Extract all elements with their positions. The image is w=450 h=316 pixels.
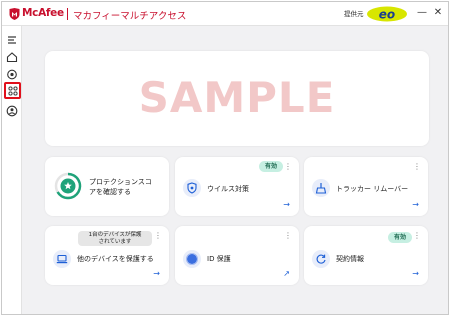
contract-info-card[interactable]: 有効 ⋮ 契約情報 →: [304, 226, 428, 285]
protection-score-label-line1: プロテクションスコ: [89, 178, 152, 186]
minimize-button[interactable]: —: [416, 6, 428, 20]
arrow-right-icon[interactable]: →: [283, 201, 290, 209]
tooltip-line1: 1台のデバイスが保護: [88, 232, 142, 238]
protection-icon[interactable]: [5, 67, 19, 81]
refresh-icon: [312, 250, 330, 268]
title-bar: McAfee マカフィーマルチアクセス 提供元 eo — ✕: [2, 2, 448, 26]
home-icon[interactable]: [5, 50, 19, 64]
more-options-icon[interactable]: ⋮: [413, 232, 421, 240]
protection-score-label-line2: アを確認する: [89, 188, 131, 196]
provider-label: 提供元: [344, 10, 364, 18]
protection-score-card[interactable]: プロテクションスコ アを確認する: [45, 157, 169, 216]
contract-info-label: 契約情報: [336, 255, 364, 263]
sidebar: [2, 26, 22, 314]
id-protection-icon: [183, 250, 201, 268]
device-count-tooltip: 1台のデバイスが保護 されています: [78, 231, 152, 246]
more-options-icon[interactable]: ⋮: [413, 163, 421, 171]
arrow-right-icon[interactable]: →: [412, 270, 419, 278]
id-protection-card[interactable]: ⋮ ID 保護 ↗: [175, 226, 299, 285]
arrow-right-icon[interactable]: →: [412, 201, 419, 209]
virus-shield-icon: [183, 179, 201, 197]
virus-protection-card[interactable]: 有効 ⋮ ウイルス対策 →: [175, 157, 299, 216]
shield-star-icon: [54, 172, 82, 200]
arrow-right-icon[interactable]: →: [153, 270, 160, 278]
tracker-remover-card[interactable]: ⋮ トラッカー リムーバー →: [304, 157, 428, 216]
tooltip-line2: されています: [98, 239, 132, 245]
protect-devices-label: 他のデバイスを保護する: [77, 255, 154, 263]
more-options-icon[interactable]: ⋮: [284, 163, 292, 171]
more-options-icon[interactable]: ⋮: [154, 232, 162, 240]
provider-logo: eo: [367, 6, 407, 22]
menu-icon[interactable]: [5, 33, 19, 47]
hero-banner: SAMPLE: [45, 51, 429, 146]
title-separator: [67, 8, 68, 20]
account-icon[interactable]: [5, 104, 19, 118]
status-badge: 有効: [388, 232, 413, 243]
app-window: McAfee マカフィーマルチアクセス 提供元 eo — ✕ SAMPLE プロ…: [1, 1, 449, 315]
sample-watermark: SAMPLE: [138, 73, 336, 122]
protect-devices-card[interactable]: 1台のデバイスが保護 されています ⋮ 他のデバイスを保護する →: [45, 226, 169, 285]
more-options-icon[interactable]: ⋮: [284, 232, 292, 240]
external-link-icon[interactable]: ↗: [283, 270, 290, 278]
svg-text:eo: eo: [379, 8, 395, 22]
id-protection-label: ID 保護: [207, 255, 231, 263]
virus-protection-label: ウイルス対策: [207, 185, 249, 193]
brand-name: McAfee: [22, 7, 64, 19]
mcafee-logo-icon: [9, 8, 20, 20]
app-title: マカフィーマルチアクセス: [73, 11, 187, 22]
broom-icon: [312, 179, 330, 197]
tracker-remover-label: トラッカー リムーバー: [336, 185, 409, 193]
laptop-icon: [53, 250, 71, 268]
close-button[interactable]: ✕: [432, 6, 444, 20]
status-badge: 有効: [259, 161, 284, 172]
apps-grid-icon[interactable]: [6, 84, 20, 98]
